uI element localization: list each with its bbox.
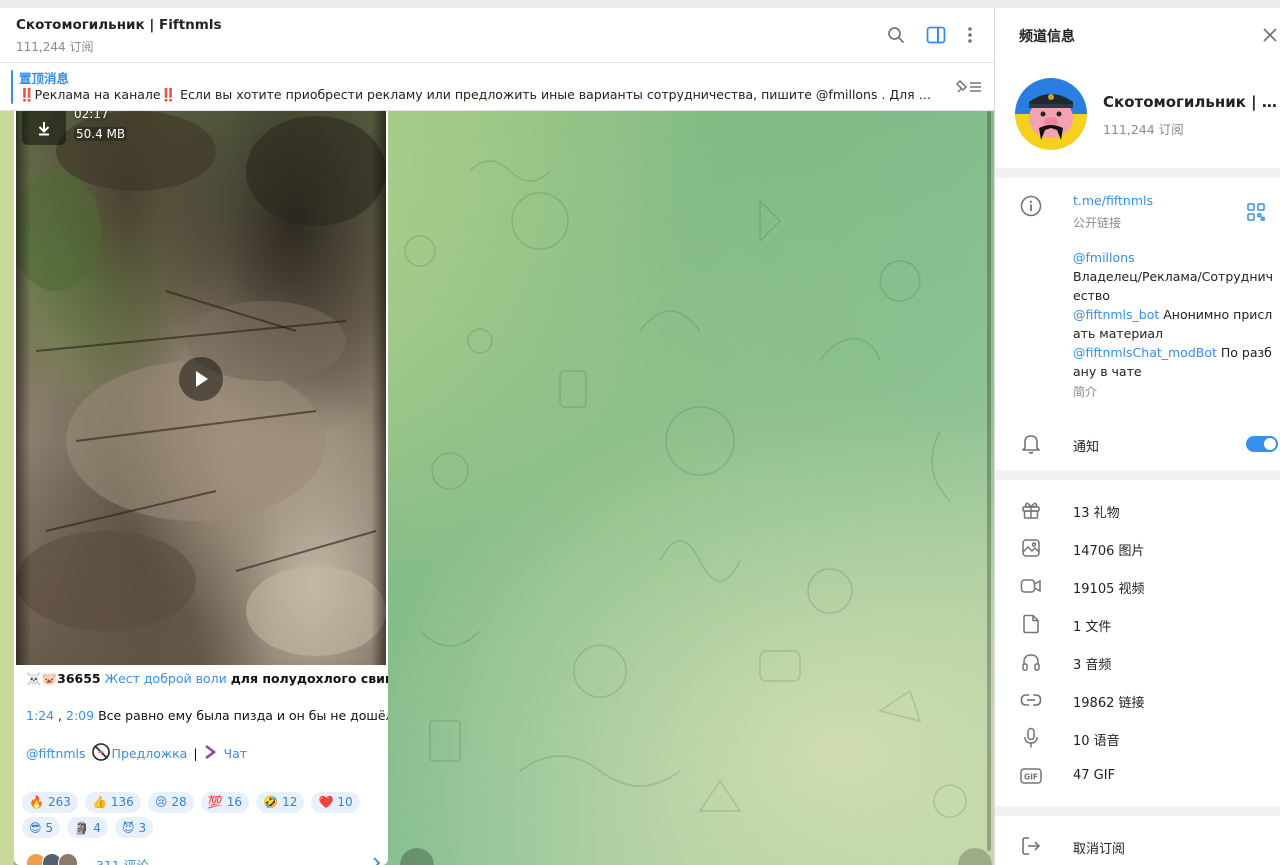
profile-section: 频道信息 Скотомогильник | Fiftnmls 111,244 订… (995, 8, 1280, 168)
post-footer-links: @fiftnmls Предложка | Чат (26, 743, 247, 764)
headphones-icon (1019, 650, 1043, 674)
caption-number: 36655 (57, 671, 101, 686)
reaction-moai[interactable]: 🗿 4 (67, 817, 108, 838)
owner-link[interactable]: @fmillons (1073, 250, 1135, 265)
caption-rest: для полудохлого свина (230, 671, 388, 686)
close-icon[interactable] (1261, 26, 1279, 44)
channel-handle-link[interactable]: @fiftnmls (26, 746, 86, 761)
reaction-devil[interactable]: 😈 3 (114, 817, 154, 838)
video-preview[interactable]: 02:17 50.4 MB (16, 111, 386, 665)
download-icon[interactable] (22, 111, 66, 145)
comments-count: 311 评论 (96, 855, 149, 865)
reactions-bar: 🔥 263 👍 136 😢 28 💯 16 🤣 12 ❤️ 10 😎 5 🗿 4 😈 3 (22, 791, 384, 842)
bell-icon (1019, 432, 1043, 456)
channel-description: @fmillons Владелец/Реклама/Сотрудничеств… (1073, 248, 1279, 381)
link-icon (1019, 688, 1043, 712)
timestamp-separator: , (54, 708, 66, 723)
gif-icon: GIF (1019, 764, 1043, 788)
channel-subscribers: 111,244 订阅 (1103, 122, 1184, 137)
footer-separator: | (193, 746, 198, 761)
public-link-label: 公开链接 (1073, 216, 1122, 230)
chat-header[interactable]: Скотомогильник | Fiftnmls 111,244 订阅 (0, 8, 994, 63)
media-voice[interactable]: 10 语音 (1073, 730, 1120, 749)
file-icon (1019, 612, 1043, 636)
media-gif[interactable]: 47 GIF (1073, 768, 1115, 783)
reaction-rofl[interactable]: 🤣 12 (256, 791, 305, 813)
mod-bot-link[interactable]: @fiftnmlsChat_modBot (1073, 345, 1217, 360)
chat-left-edge (0, 111, 14, 865)
pinned-indicator (11, 70, 13, 104)
bot-link[interactable]: @fiftnmls_bot (1073, 307, 1159, 322)
media-videos[interactable]: 19105 视频 (1073, 578, 1145, 597)
description-label: 简介 (1073, 385, 1098, 399)
reaction-crying[interactable]: 😢 28 (147, 791, 194, 813)
no-entry-icon (91, 743, 110, 764)
leave-section: 取消订阅 (995, 816, 1280, 865)
reaction-thumbs-up[interactable]: 👍 136 (84, 791, 141, 813)
reaction-sunglasses[interactable]: 😎 5 (22, 817, 61, 838)
chat-scrollbar[interactable] (986, 111, 992, 865)
search-icon[interactable] (885, 24, 907, 46)
reaction-hundred[interactable]: 💯 16 (200, 791, 250, 813)
pinned-text: ‼️Реклама на канале‼️ Если вы хотите при… (19, 87, 939, 102)
chevron-right-icon (204, 745, 216, 762)
play-icon[interactable] (179, 357, 223, 401)
owner-text: Владелец/Реклама/Сотрудничество (1073, 269, 1273, 303)
media-files[interactable]: 1 文件 (1073, 616, 1111, 635)
svg-text:GIF: GIF (1024, 773, 1038, 782)
media-gifts[interactable]: 13 礼物 (1073, 502, 1120, 521)
caption-text: Все равно ему была пизда и он бы не дошё… (98, 708, 388, 723)
post-caption-timestamps: 1:24 , 2:09 Все равно ему была пизда и о… (26, 708, 388, 723)
notifications-label: 通知 (1073, 440, 1100, 455)
caption-emoji: ☠️🐷 (26, 671, 58, 686)
info-icon (1019, 194, 1043, 218)
channel-public-link[interactable]: t.me/fiftnmls (1073, 193, 1153, 208)
avatar (58, 853, 78, 865)
microphone-icon (1019, 726, 1043, 750)
pin-list-icon[interactable] (954, 77, 984, 97)
scrollbar-thumb[interactable] (987, 111, 991, 851)
video-size: 50.4 MB (74, 127, 128, 141)
pinned-message-bar[interactable]: 置顶消息 ‼️Реклама на канале‼️ Если вы хотит… (0, 63, 994, 111)
timestamp-link-1[interactable]: 1:24 (26, 708, 54, 723)
gift-icon (1019, 498, 1043, 522)
channel-name: Скотомогильник | Fiftnmls (1103, 93, 1280, 111)
reaction-heart[interactable]: ❤️ 10 (311, 791, 360, 813)
media-audio[interactable]: 3 音频 (1073, 654, 1111, 673)
notifications-toggle[interactable] (1246, 436, 1278, 452)
pinned-title: 置顶消息 (19, 71, 70, 86)
more-vertical-icon[interactable] (959, 24, 981, 46)
panel-title: 频道信息 (1019, 29, 1075, 45)
chat-link[interactable]: Чат (224, 746, 248, 761)
info-section: t.me/fiftnmls 公开链接 @fmillons Владелец/Ре… (995, 178, 1280, 470)
timestamp-link-2[interactable]: 2:09 (66, 708, 94, 723)
chat-subscribers: 111,244 订阅 (16, 40, 94, 54)
channel-post[interactable]: 02:17 50.4 MB ☠️🐷36655 Жест доброй воли … (14, 111, 388, 865)
post-caption-title: ☠️🐷36655 Жест доброй воли для полудохлог… (26, 671, 388, 687)
channel-info-panel: 频道信息 Скотомогильник | Fiftnmls 111,244 订… (994, 8, 1280, 865)
photo-icon (1019, 536, 1043, 560)
sidebar-toggle-icon[interactable] (925, 24, 947, 46)
channel-avatar[interactable] (1015, 78, 1087, 150)
media-photos[interactable]: 14706 图片 (1073, 540, 1145, 559)
unsubscribe-button[interactable]: 取消订阅 (1073, 838, 1125, 857)
toggle-knob (1264, 438, 1276, 450)
shared-media-section: 13 礼物 14706 图片 19105 视频 1 文件 3 音频 19862 … (995, 480, 1280, 806)
chat-title[interactable]: Скотомогильник | Fiftnmls (16, 17, 222, 33)
video-icon (1019, 574, 1043, 598)
reaction-fire[interactable]: 🔥 263 (22, 791, 78, 813)
window-top-strip (0, 0, 1280, 8)
caption-link[interactable]: Жест доброй воли (105, 671, 227, 686)
leave-icon (1019, 834, 1043, 858)
comments-button[interactable]: 311 评论 (22, 849, 384, 865)
chevron-right-icon (372, 854, 381, 865)
video-duration: 02:17 (74, 111, 109, 121)
media-links[interactable]: 19862 链接 (1073, 692, 1145, 711)
qr-code-icon[interactable] (1247, 203, 1267, 223)
suggest-link[interactable]: Предложка (112, 746, 188, 761)
